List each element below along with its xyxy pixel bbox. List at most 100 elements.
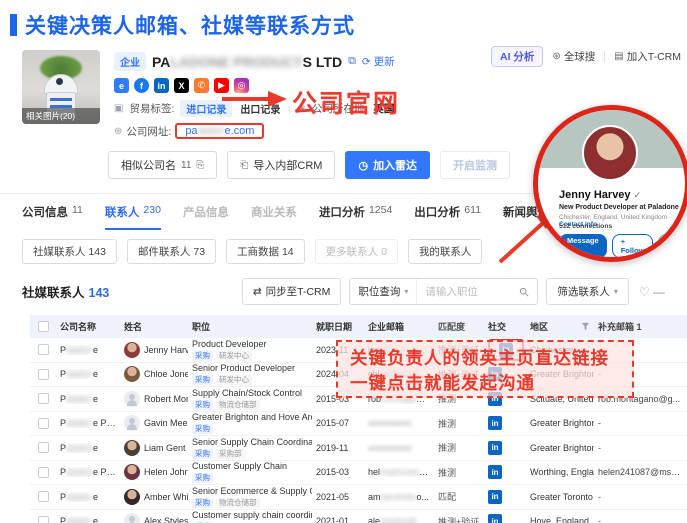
tab-产品信息[interactable]: 产品信息 xyxy=(183,204,229,230)
linkedin-connections: 512 connections xyxy=(559,223,612,230)
position-search-input[interactable]: 请输入职位 xyxy=(417,279,537,304)
chip-我的联系人[interactable]: 我的联系人 xyxy=(408,239,483,264)
position-query-dropdown[interactable]: 职位查询▾ xyxy=(350,279,417,304)
contact-name[interactable]: Amber Whitty xyxy=(144,492,188,502)
row-checkbox[interactable] xyxy=(38,344,49,355)
contact-name[interactable]: Helen Johnstone xyxy=(144,467,188,477)
follow-button[interactable]: + Follow xyxy=(612,234,654,258)
youtube-icon[interactable]: ▶ xyxy=(214,78,229,93)
import-records-tag[interactable]: 进口记录 xyxy=(180,100,232,117)
contact-name[interactable]: Liam Gent xyxy=(144,443,186,453)
linkedin-icon[interactable]: in xyxy=(488,514,502,523)
linkedin-annotation-box: 关键负责人的领英主页直达链接 一键点击就能发起沟通 xyxy=(336,340,634,398)
masked-email-text: xstyles@p xyxy=(380,516,422,523)
cell-social: in xyxy=(484,416,526,430)
filter-contacts-dropdown[interactable]: 筛选联系人▾ xyxy=(546,278,629,305)
chip-邮件联系人 73[interactable]: 邮件联系人 73 xyxy=(127,239,216,264)
cell-match-level: 推测+验证 xyxy=(434,515,484,523)
tab-label: 商业关系 xyxy=(251,204,297,222)
chip-工商数据 14[interactable]: 工商数据 14 xyxy=(226,239,305,264)
role-tag: 采购 xyxy=(192,351,213,361)
radar-icon: ◷ xyxy=(358,159,368,172)
avatar xyxy=(124,489,140,505)
row-checkbox[interactable] xyxy=(38,516,49,523)
linkedin-icon[interactable]: in xyxy=(488,465,502,479)
more-button[interactable]: More xyxy=(658,234,687,258)
phone-icon[interactable]: ✆ xyxy=(194,78,209,93)
add-radar-button[interactable]: ◷加入雷达 xyxy=(345,151,430,179)
linkedin-icon[interactable]: in xyxy=(488,441,502,455)
title-accent-bar xyxy=(10,14,17,36)
website-label: 公司网址: xyxy=(126,124,171,139)
tab-count: 1254 xyxy=(369,204,392,222)
instagram-icon[interactable]: ◎ xyxy=(234,78,249,93)
row-checkbox[interactable] xyxy=(38,491,49,502)
annotation-line1: 关键负责人的领英主页直达链接 xyxy=(350,346,620,371)
refresh-button[interactable]: ⟳ 更新 xyxy=(362,54,395,69)
website-callout-text: 公司官网 xyxy=(292,84,400,120)
tab-出口分析[interactable]: 出口分析611 xyxy=(414,204,481,230)
sync-tcrm-button[interactable]: ⇄同步至T-CRM xyxy=(242,278,342,305)
facebook-icon[interactable]: f xyxy=(134,78,149,93)
col-company: 公司名称 xyxy=(56,320,120,333)
row-checkbox[interactable] xyxy=(38,442,49,453)
related-images-caption[interactable]: 相关图片(20) xyxy=(22,108,100,124)
join-tcrm-button[interactable]: ▤加入T-CRM xyxy=(614,49,681,64)
contact-name[interactable]: Robert Monta... xyxy=(144,394,188,404)
start-monitor-button[interactable]: 开启监测 xyxy=(440,151,510,179)
export-list-icon: ⎘ xyxy=(196,160,204,171)
contact-name[interactable]: Chloe Jones xyxy=(144,369,188,379)
linkedin-icon[interactable]: in xyxy=(154,78,169,93)
avatar xyxy=(124,464,140,480)
tab-联系人[interactable]: 联系人230 xyxy=(105,204,161,230)
email-icon[interactable]: e xyxy=(114,78,129,93)
cell-position: Customer Supply Chain采购 xyxy=(188,461,312,483)
row-checkbox[interactable] xyxy=(38,369,49,380)
favorite-icon[interactable]: ♡ — xyxy=(639,285,665,299)
cell-company: Paladone Produc... xyxy=(56,467,120,477)
global-search-button[interactable]: ⊛全球搜 xyxy=(552,49,595,64)
linkedin-icon[interactable]: in xyxy=(488,416,502,430)
contact-name[interactable]: Jenny Harvey xyxy=(144,345,188,355)
ai-analysis-button[interactable]: AI 分析 xyxy=(491,46,543,67)
row-checkbox[interactable] xyxy=(38,393,49,404)
row-checkbox[interactable] xyxy=(38,418,49,429)
table-row: PaladoneAmber WhittySenior Ecommerce & S… xyxy=(30,485,687,510)
page-title: 关键决策人邮箱、社媒等联系方式 xyxy=(25,10,355,40)
page-header: 关键决策人邮箱、社媒等联系方式 xyxy=(0,0,687,40)
cell-email: ●●●●●●●● xyxy=(364,443,434,453)
x-icon[interactable]: X xyxy=(174,78,189,93)
import-icon: ⎗ xyxy=(240,160,248,171)
chip-更多联系人 0[interactable]: 更多联系人 0 xyxy=(315,239,398,264)
masked-company-text: aladon xyxy=(66,467,93,477)
avatar xyxy=(124,513,140,523)
col-match: 匹配度 xyxy=(434,320,484,333)
import-crm-button[interactable]: ⎗导入内部CRM xyxy=(227,151,335,179)
tab-公司信息[interactable]: 公司信息11 xyxy=(22,204,83,230)
header-actions: AI 分析 ⊛全球搜 ▤加入T-CRM xyxy=(491,46,681,67)
position-title: Customer supply chain coordinator xyxy=(192,510,308,521)
similar-company-button[interactable]: 相似公司名11 ⎘ xyxy=(108,151,217,179)
select-all-checkbox[interactable] xyxy=(38,321,49,332)
message-button[interactable]: Message xyxy=(559,234,607,258)
chip-社媒联系人 143[interactable]: 社媒联系人 143 xyxy=(22,239,117,264)
chevron-down-icon: ▾ xyxy=(614,287,618,296)
export-records-tag[interactable]: 出口记录 xyxy=(238,100,282,117)
linkedin-icon[interactable]: in xyxy=(488,490,502,504)
masked-company-text: aladon xyxy=(66,345,93,355)
cell-extra-email: - xyxy=(594,492,687,502)
cell-match-level: 匹配 xyxy=(434,490,484,503)
company-photo[interactable]: 相关图片(20) xyxy=(22,50,100,124)
avatar xyxy=(124,440,140,456)
tab-进口分析[interactable]: 进口分析1254 xyxy=(319,204,392,230)
col-extra-email: 补充邮箱 1 xyxy=(594,320,687,333)
cell-company: Paladone Produc... xyxy=(56,418,120,428)
role-tag: 采购 xyxy=(192,400,213,410)
contact-name[interactable]: Alex Styles xyxy=(144,516,188,523)
copy-icon[interactable]: ⧉ xyxy=(348,55,356,68)
contact-name[interactable]: Gavin Meeks xyxy=(144,418,188,428)
tab-商业关系[interactable]: 商业关系 xyxy=(251,204,297,230)
company-website-link[interactable]: paladone.com xyxy=(175,123,264,139)
filter-funnel-icon[interactable] xyxy=(581,322,590,331)
row-checkbox[interactable] xyxy=(38,467,49,478)
